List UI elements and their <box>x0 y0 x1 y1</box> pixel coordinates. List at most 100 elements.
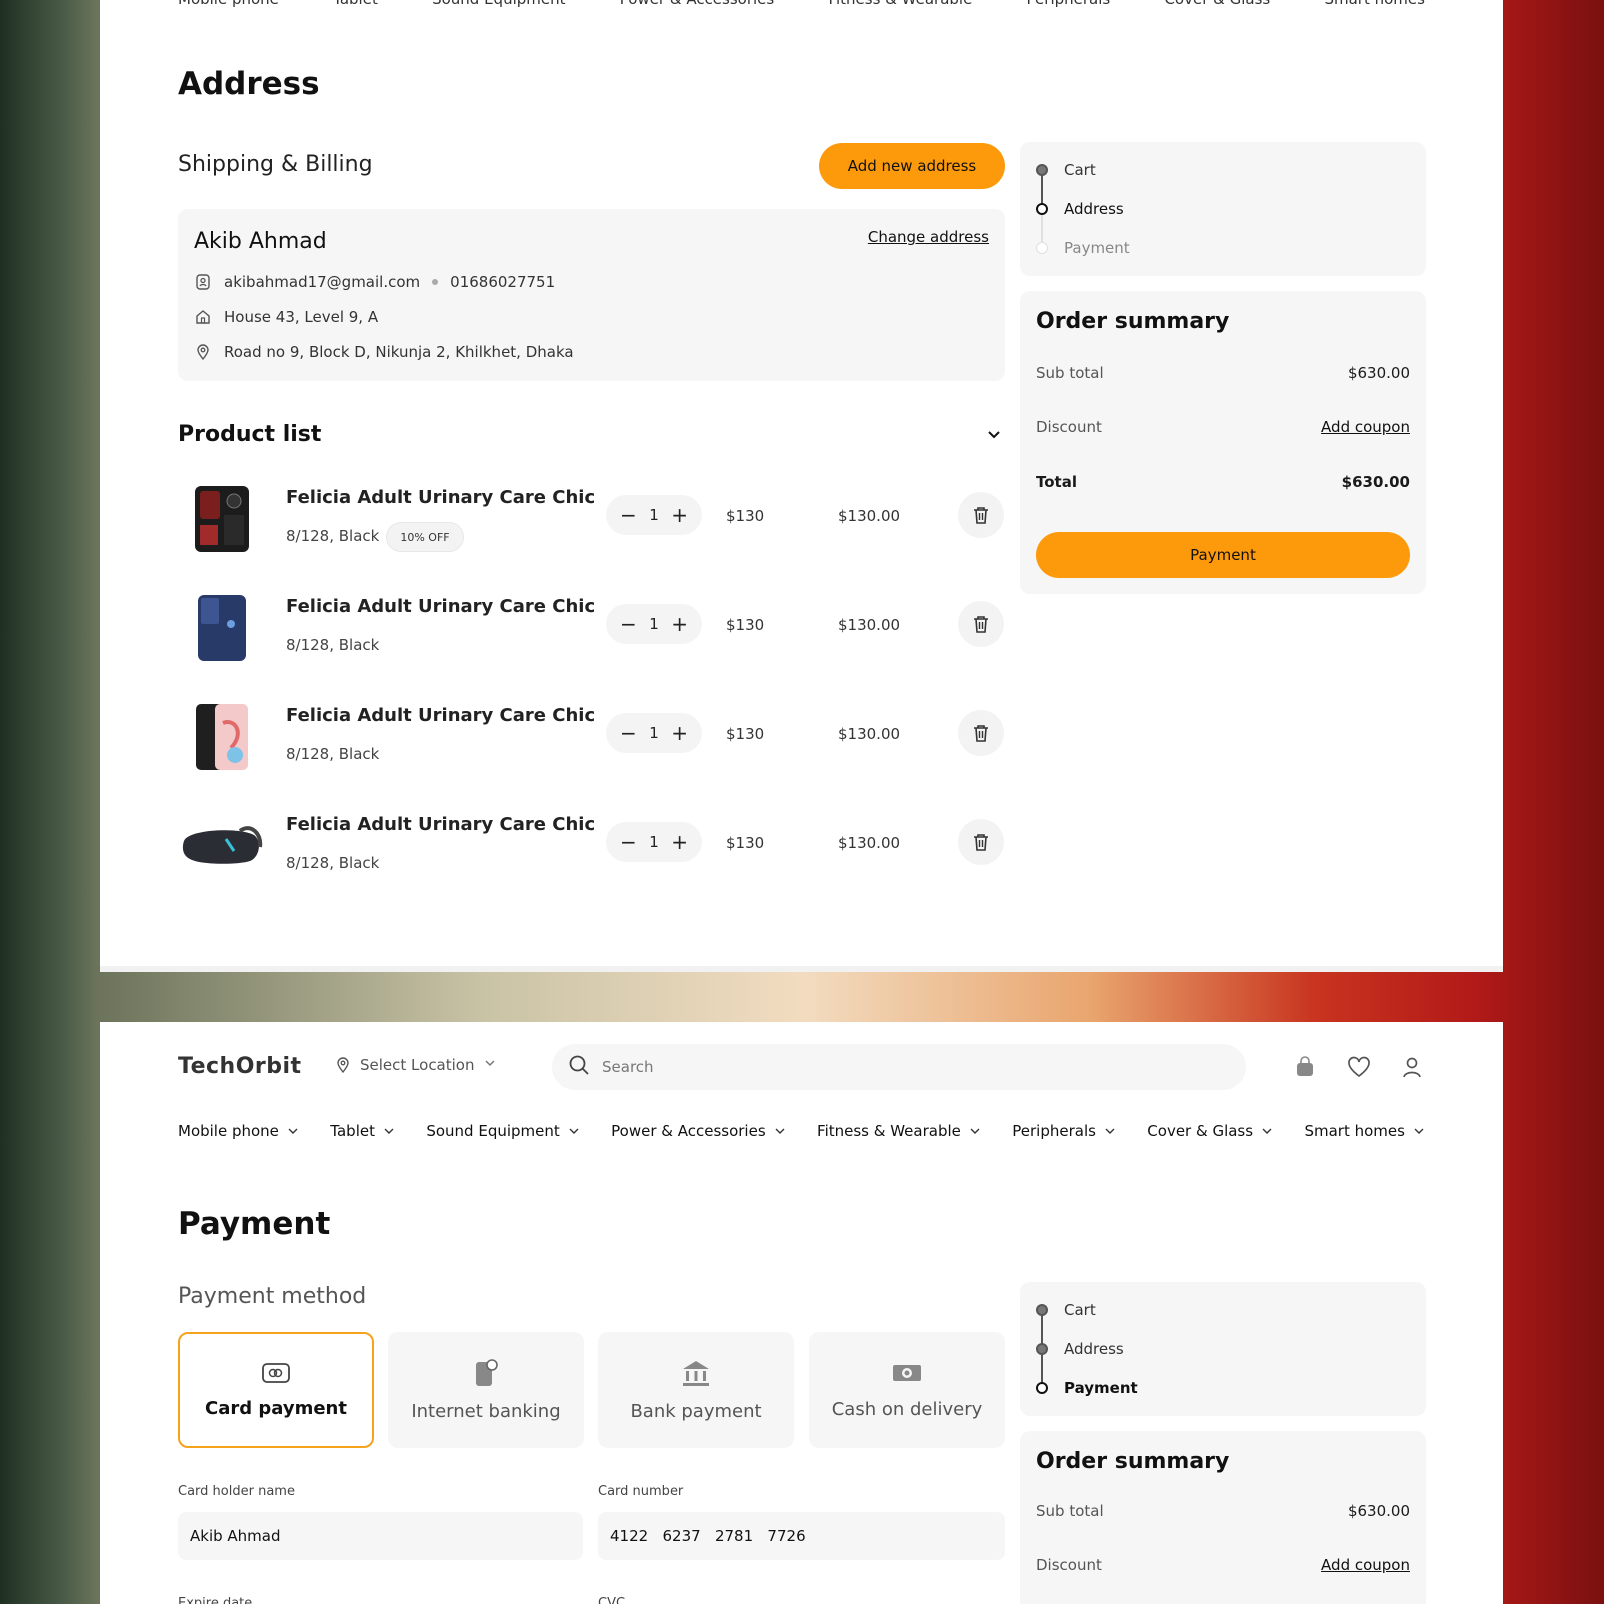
decrement-button[interactable]: − <box>620 830 637 854</box>
method-label: Card payment <box>205 1397 347 1419</box>
method-internet-banking[interactable]: Internet banking <box>388 1332 584 1448</box>
shipping-title: Shipping & Billing <box>178 152 373 177</box>
payment-button[interactable]: Payment <box>1036 532 1410 578</box>
step-address[interactable]: Address <box>1064 200 1124 218</box>
chevron-down-icon <box>970 1128 980 1134</box>
contact-email: akibahmad17@gmail.com <box>224 273 421 291</box>
nav-fragment-item[interactable]: Sound Equipment <box>432 0 565 8</box>
delete-button[interactable] <box>958 710 1004 756</box>
location-selector[interactable]: Select Location <box>334 1056 497 1074</box>
increment-button[interactable]: + <box>671 721 688 745</box>
unit-price: $130 <box>726 834 765 852</box>
step-address[interactable]: Address <box>1064 1340 1124 1358</box>
contact-phone: 01686027751 <box>450 273 556 291</box>
delete-button[interactable] <box>958 492 1004 538</box>
product-variant: 8/128, Black <box>286 636 380 654</box>
product-name[interactable]: Felicia Adult Urinary Care Chick... <box>286 596 596 617</box>
change-address-link[interactable]: Change address <box>868 228 989 246</box>
discount-badge: 10% OFF <box>386 522 464 552</box>
card-number-input[interactable]: 4122 6237 2781 7726 <box>598 1512 1005 1560</box>
step-current-icon <box>1036 1382 1048 1394</box>
trash-icon <box>974 616 988 633</box>
search-icon <box>568 1054 590 1080</box>
separator-dot <box>432 279 439 285</box>
nav-fragment-item[interactable]: Tablet <box>333 0 378 8</box>
line-total: $130.00 <box>838 834 901 852</box>
nav-item-fitness-wearable[interactable]: Fitness & Wearable <box>817 1122 981 1140</box>
step-current-icon <box>1036 203 1048 215</box>
method-label: Cash on delivery <box>831 1398 983 1420</box>
step-payment[interactable]: Payment <box>1064 239 1130 257</box>
heart-icon[interactable] <box>1347 1056 1371 1082</box>
nav-label: Power & Accessories <box>611 1122 766 1140</box>
logo[interactable]: TechOrbit <box>178 1054 302 1079</box>
cash-icon <box>893 1364 921 1381</box>
method-bank-payment[interactable]: Bank payment <box>598 1332 794 1448</box>
line-total: $130.00 <box>838 725 901 743</box>
nav-fragment-item[interactable]: Peripherals <box>1027 0 1111 8</box>
increment-button[interactable]: + <box>671 612 688 636</box>
step-done-icon <box>1036 1343 1048 1355</box>
nav-item-smart-homes[interactable]: Smart homes <box>1304 1122 1424 1140</box>
nav-item-peripherals[interactable]: Peripherals <box>1012 1122 1116 1140</box>
product-name[interactable]: Felicia Adult Urinary Care Chick... <box>286 487 596 508</box>
discount-label: Discount <box>1036 1556 1102 1574</box>
chevron-down-icon <box>288 1128 298 1134</box>
decrement-button[interactable]: − <box>620 503 637 527</box>
increment-button[interactable]: + <box>671 503 688 527</box>
decrement-button[interactable]: − <box>620 721 637 745</box>
add-coupon-link[interactable]: Add coupon <box>1321 1556 1410 1574</box>
step-payment[interactable]: Payment <box>1064 1379 1138 1397</box>
contact-row: akibahmad17@gmail.com 01686027751 <box>194 273 555 291</box>
delete-button[interactable] <box>958 819 1004 865</box>
search-bar[interactable]: Search <box>552 1044 1246 1090</box>
card-holder-input[interactable]: Akib Ahmad <box>178 1512 583 1560</box>
cvc-label: CVC <box>598 1596 626 1604</box>
step-cart[interactable]: Cart <box>1064 1301 1096 1319</box>
nav-fragment-item[interactable]: Cover & Glass <box>1164 0 1270 8</box>
add-new-address-button[interactable]: Add new address <box>819 143 1005 189</box>
increment-button[interactable]: + <box>671 830 688 854</box>
expire-date-label: Expire date <box>178 1596 253 1604</box>
nav-item-cover-glass[interactable]: Cover & Glass <box>1147 1122 1273 1140</box>
page-title: Payment <box>178 1206 331 1242</box>
nav-label: Tablet <box>330 1122 375 1140</box>
step-pending-icon <box>1036 242 1048 254</box>
subtotal-row: Sub total $630.00 <box>1036 1502 1410 1520</box>
nav-label: Sound Equipment <box>426 1122 560 1140</box>
nav-fragment-item[interactable]: Smart homes <box>1324 0 1424 8</box>
address-line2: Road no 9, Block D, Nikunja 2, Khilkhet,… <box>224 343 574 361</box>
bag-icon[interactable] <box>1294 1056 1316 1082</box>
step-cart[interactable]: Cart <box>1064 161 1096 179</box>
nav-fragment-item[interactable]: Mobile phone <box>178 0 279 8</box>
delete-button[interactable] <box>958 601 1004 647</box>
unit-price: $130 <box>726 507 765 525</box>
method-card-payment[interactable]: Card payment <box>178 1332 374 1448</box>
nav-item-tablet[interactable]: Tablet <box>330 1122 395 1140</box>
add-coupon-link[interactable]: Add coupon <box>1321 418 1410 436</box>
nav-fragment-item[interactable]: Fitness & Wearable <box>828 0 972 8</box>
product-row: Felicia Adult Urinary Care Chick... 8/12… <box>178 477 1006 567</box>
nav-item-mobile-phone[interactable]: Mobile phone <box>178 1122 299 1140</box>
search-input[interactable]: Search <box>602 1058 654 1076</box>
chevron-down-icon[interactable] <box>986 426 1002 446</box>
nav-fragment: Mobile phone Tablet Sound Equipment Powe… <box>178 0 1425 8</box>
product-name[interactable]: Felicia Adult Urinary Care Chick... <box>286 814 596 835</box>
nav-item-power-accessories[interactable]: Power & Accessories <box>611 1122 786 1140</box>
chevron-down-icon <box>775 1128 785 1134</box>
product-name[interactable]: Felicia Adult Urinary Care Chick... <box>286 705 596 726</box>
chevron-down-icon <box>1262 1128 1272 1134</box>
product-row: Felicia Adult Urinary Care Chick... 8/12… <box>178 586 1006 676</box>
subtotal-label: Sub total <box>1036 364 1104 382</box>
decrement-button[interactable]: − <box>620 612 637 636</box>
panel-divider <box>100 966 1503 972</box>
phone-red-icon <box>178 479 266 559</box>
nav-item-sound-equipment[interactable]: Sound Equipment <box>426 1122 579 1140</box>
method-cash-on-delivery[interactable]: Cash on delivery <box>809 1332 1005 1448</box>
user-icon[interactable] <box>1402 1056 1422 1082</box>
unit-price: $130 <box>726 725 765 743</box>
total-label: Total <box>1036 473 1077 491</box>
step-done-icon <box>1036 164 1048 176</box>
vr-headset-icon <box>178 806 266 886</box>
nav-fragment-item[interactable]: Power & Accessories <box>620 0 775 8</box>
